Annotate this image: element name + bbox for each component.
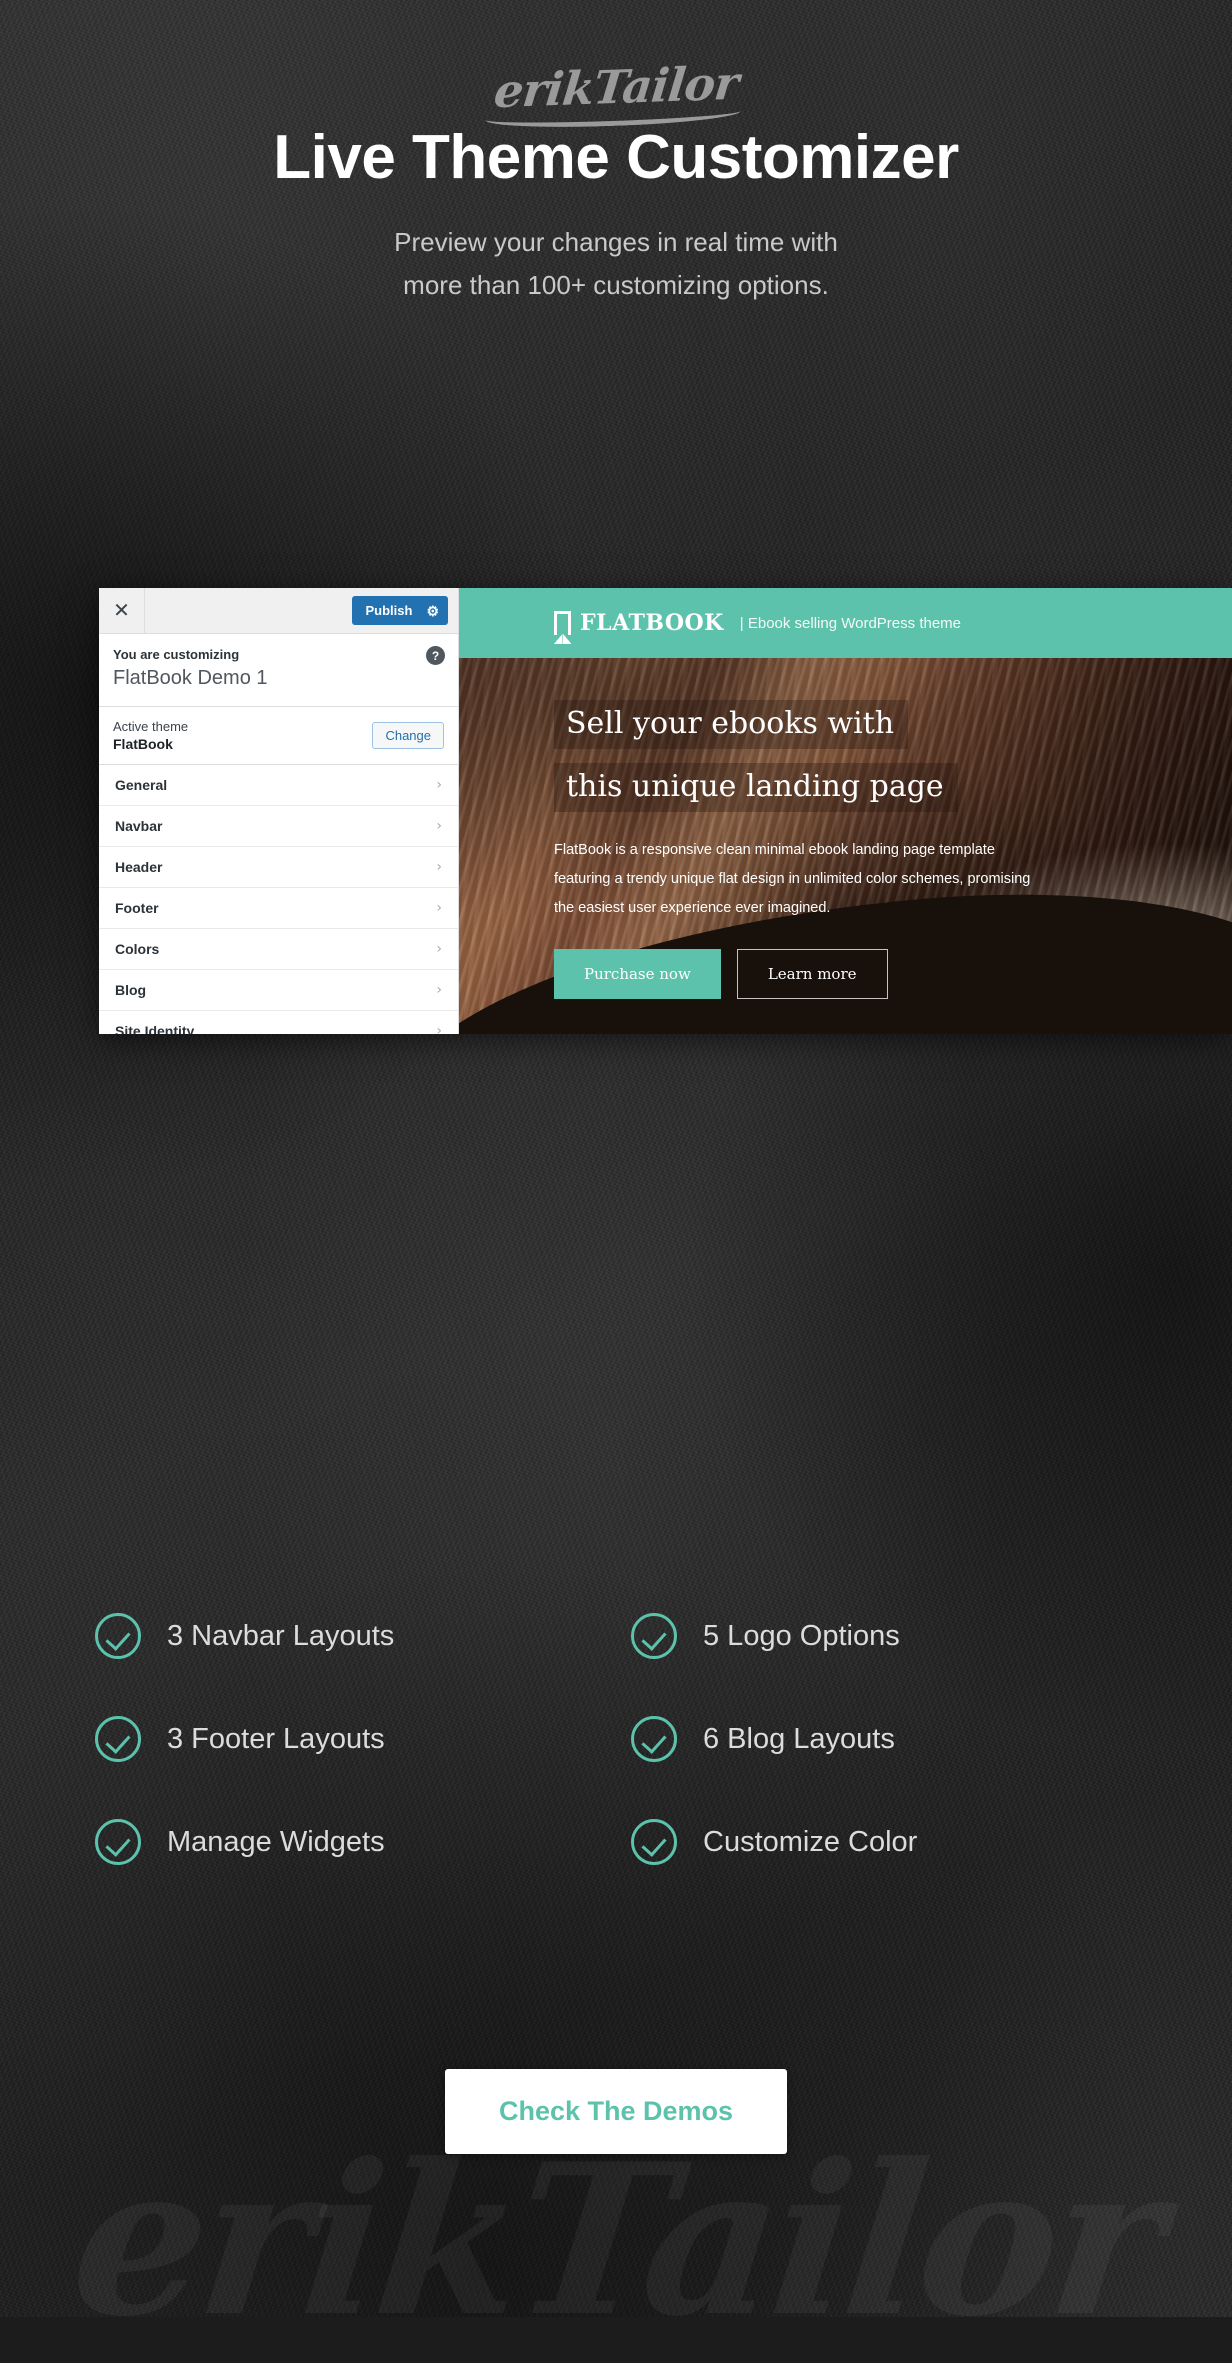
feature-item-footer-layouts: 3 Footer Layouts <box>95 1716 601 1762</box>
customizing-label: You are customizing <box>113 647 240 662</box>
feature-label: Customize Color <box>703 1825 918 1858</box>
feature-item-navbar-layouts: 3 Navbar Layouts <box>95 1613 601 1659</box>
subtitle-line-2: more than 100+ customizing options. <box>403 269 829 300</box>
feature-item-logo-options: 5 Logo Options <box>631 1613 1137 1659</box>
sidebar-item-label: Header <box>115 859 163 875</box>
publish-button[interactable]: Publish ⚙ <box>352 596 448 625</box>
feature-list: 3 Navbar Layouts 5 Logo Options 3 Footer… <box>0 1613 1232 1865</box>
check-circle-icon <box>95 1613 141 1659</box>
feature-label: 6 Blog Layouts <box>703 1722 895 1755</box>
gear-icon[interactable]: ⚙ <box>426 604 439 618</box>
feature-label: Manage Widgets <box>167 1825 385 1858</box>
feature-item-manage-widgets: Manage Widgets <box>95 1819 601 1865</box>
check-demos-button[interactable]: Check The Demos <box>444 2069 788 2154</box>
chevron-right-icon: › <box>436 818 442 834</box>
chevron-right-icon: › <box>436 1023 442 1034</box>
customizer-header: ✕ Publish ⚙ <box>99 588 458 634</box>
sidebar-item-label: Blog <box>115 982 147 998</box>
chevron-right-icon: › <box>436 859 442 875</box>
feature-item-blog-layouts: 6 Blog Layouts <box>631 1716 1137 1762</box>
sidebar-item-general[interactable]: General › <box>99 765 458 806</box>
help-icon[interactable]: ? <box>426 646 445 665</box>
feature-label: 5 Logo Options <box>703 1619 900 1652</box>
background-watermark: erikTailor <box>62 2119 1170 2363</box>
customizing-site-name: FlatBook Demo 1 <box>113 667 268 689</box>
feature-label: 3 Footer Layouts <box>167 1722 385 1755</box>
sidebar-item-label: Site Identity <box>115 1023 195 1034</box>
feature-label: 3 Navbar Layouts <box>167 1619 395 1652</box>
publish-button-label: Publish <box>365 603 413 618</box>
page-title: Live Theme Customizer <box>273 123 959 192</box>
active-theme-section: Active theme FlatBook Change <box>99 707 458 765</box>
subtitle-line-1: Preview your changes in real time with <box>394 227 838 257</box>
customizing-section: You are customizing FlatBook Demo 1 ? <box>99 634 458 707</box>
feature-item-customize-color: Customize Color <box>631 1819 1137 1865</box>
chevron-right-icon: › <box>436 982 442 998</box>
preview-paragraph: FlatBook is a responsive clean minimal e… <box>554 842 1031 916</box>
page-background <box>0 0 1232 2317</box>
preview-heading-line-2: this unique landing page <box>554 763 958 812</box>
chevron-right-icon: › <box>436 900 442 916</box>
chevron-right-icon: › <box>436 777 442 793</box>
theme-preview: FLATBOOK | Ebook selling WordPress theme… <box>459 588 1232 1034</box>
active-theme-name: FlatBook <box>113 736 173 752</box>
sidebar-item-label: Navbar <box>115 818 163 834</box>
purchase-now-button[interactable]: Purchase now <box>554 949 721 999</box>
check-circle-icon <box>95 1716 141 1762</box>
brand-logo: erikTailor <box>0 0 1232 118</box>
preview-navbar: FLATBOOK | Ebook selling WordPress theme <box>459 588 1232 658</box>
preview-buttons: Purchase now Learn more <box>554 949 1059 999</box>
learn-more-button[interactable]: Learn more <box>736 949 888 999</box>
sidebar-item-label: Colors <box>115 941 160 957</box>
customizer-header-actions: Publish ⚙ <box>145 596 458 625</box>
preview-hero-content: Sell your ebooks with this unique landin… <box>459 658 1059 999</box>
customizer-sidebar: ✕ Publish ⚙ You are customizing FlatBook… <box>99 588 459 1034</box>
page-content: erikTailor Live Theme Customizer Preview… <box>0 0 1232 2154</box>
customizer-section-list: General › Navbar › Header › Footer › Col… <box>99 765 458 1034</box>
check-circle-icon <box>631 1716 677 1762</box>
preview-brand: FLATBOOK <box>580 610 724 636</box>
preview-heading-line-1: Sell your ebooks with <box>554 700 909 749</box>
sidebar-item-header[interactable]: Header › <box>99 847 458 888</box>
customizer-window: ✕ Publish ⚙ You are customizing FlatBook… <box>99 588 1232 1034</box>
preview-tagline: | Ebook selling WordPress theme <box>739 614 962 632</box>
chevron-right-icon: › <box>436 941 442 957</box>
cta-section: Check The Demos <box>0 2069 1232 2154</box>
preview-hero: Sell your ebooks with this unique landin… <box>459 658 1232 1034</box>
page-subtitle: Preview your changes in real time with m… <box>0 221 1232 307</box>
change-theme-button[interactable]: Change <box>372 722 444 749</box>
bookmark-icon <box>554 611 571 644</box>
brand-logo-text: erikTailor <box>491 55 741 119</box>
active-theme-info: Active theme FlatBook <box>113 719 188 752</box>
check-circle-icon <box>95 1819 141 1865</box>
check-circle-icon <box>631 1819 677 1865</box>
close-icon[interactable]: ✕ <box>99 588 145 633</box>
sidebar-item-site-identity[interactable]: Site Identity › <box>99 1011 458 1034</box>
sidebar-item-footer[interactable]: Footer › <box>99 888 458 929</box>
sidebar-item-navbar[interactable]: Navbar › <box>99 806 458 847</box>
sidebar-item-label: General <box>115 777 168 793</box>
check-circle-icon <box>631 1613 677 1659</box>
active-theme-label: Active theme <box>113 719 189 734</box>
sidebar-item-label: Footer <box>115 900 159 916</box>
sidebar-item-blog[interactable]: Blog › <box>99 970 458 1011</box>
sidebar-item-colors[interactable]: Colors › <box>99 929 458 970</box>
